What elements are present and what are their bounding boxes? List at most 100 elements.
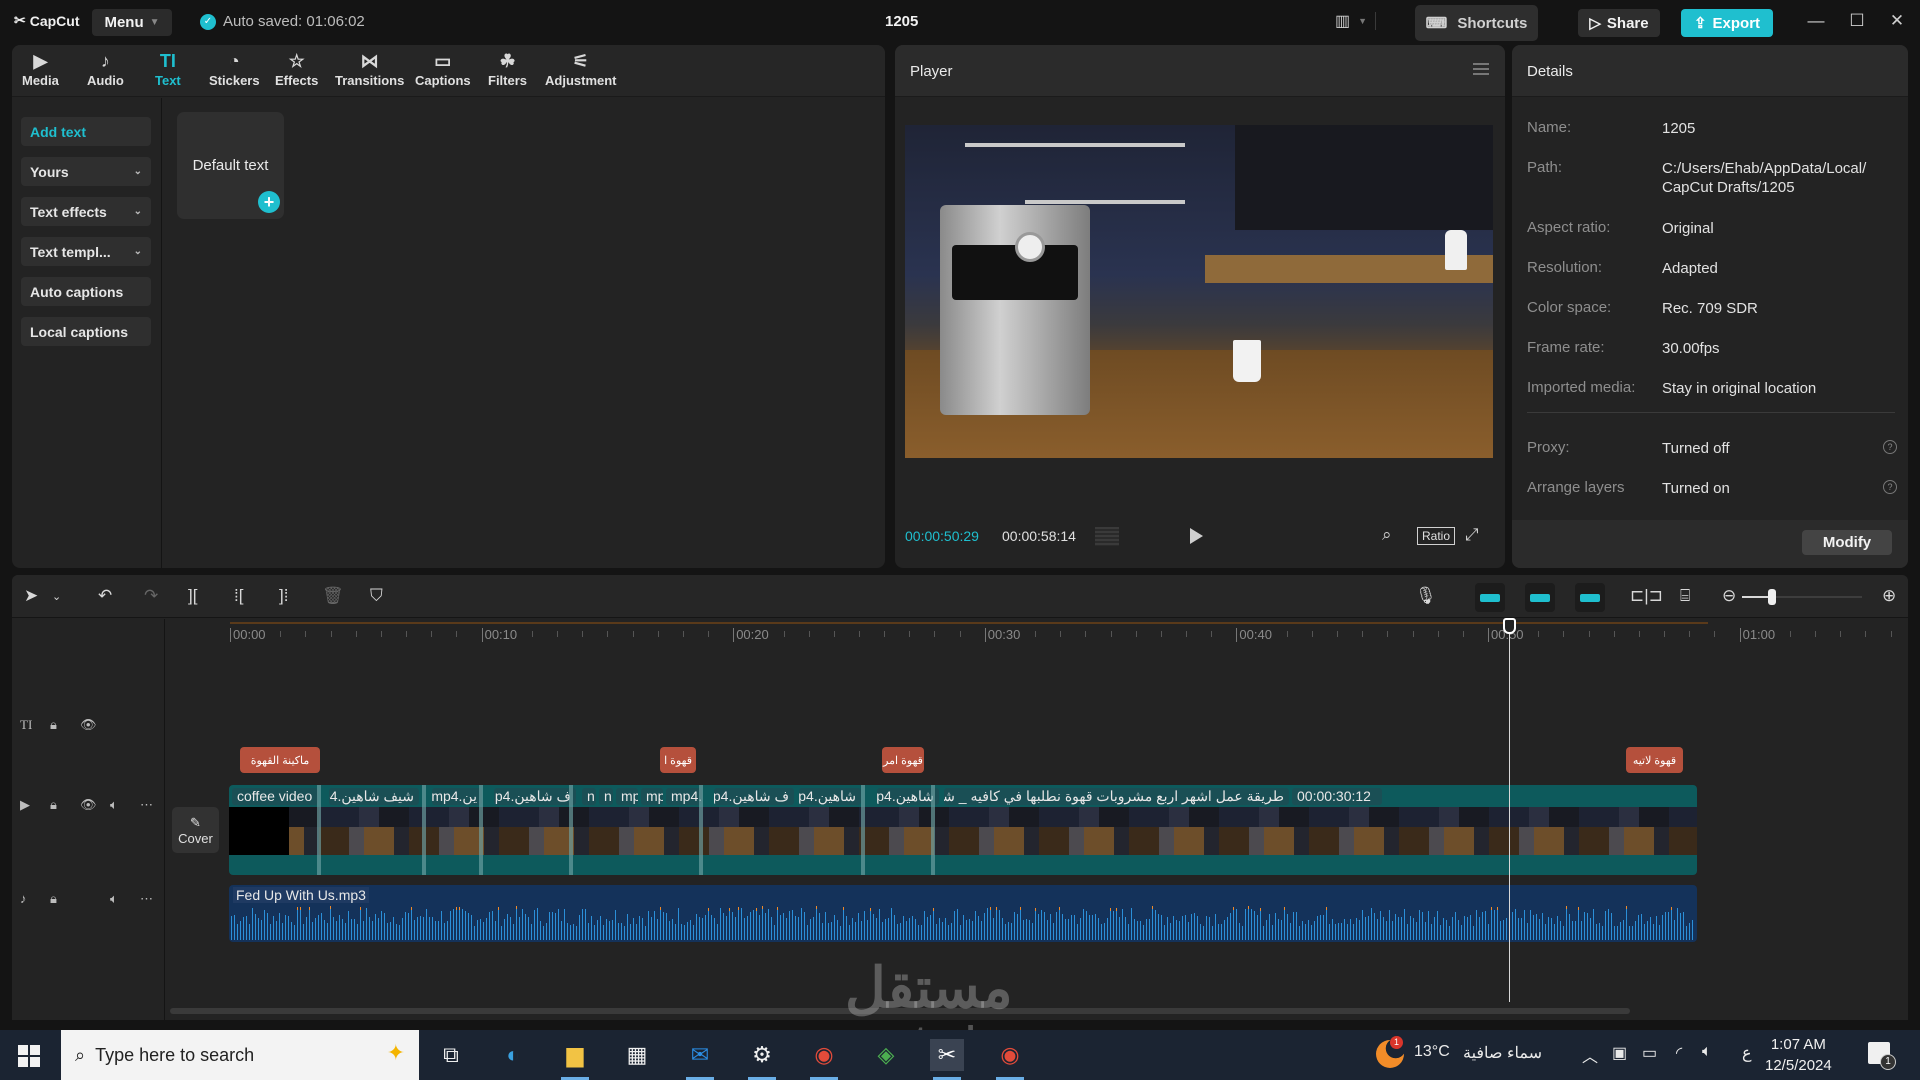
side-item-auto-captions[interactable]: Auto captions xyxy=(21,277,151,306)
video-track[interactable]: coffee video شيف شاهين.mp4 ين.mp4 ف شاهي… xyxy=(229,785,1697,875)
preview-axis-icon[interactable]: ⊏|⊐ xyxy=(1630,586,1663,606)
tab-stickers[interactable]: ◔ Stickers xyxy=(209,49,260,88)
delete-left-icon[interactable]: ⁞[ xyxy=(234,586,243,606)
idm-icon[interactable]: ◈ xyxy=(869,1039,903,1071)
menu-icon[interactable] xyxy=(1473,63,1489,75)
marker-icon[interactable]: ⛉ xyxy=(370,586,383,606)
tab-media[interactable]: ▶ Media xyxy=(22,49,59,88)
clip-divider[interactable] xyxy=(422,785,426,875)
text-clip[interactable]: قهوة امر xyxy=(882,747,924,773)
cover-button[interactable]: ✎ Cover xyxy=(172,807,219,853)
lock-icon[interactable]: 🔒︎ xyxy=(50,717,57,733)
clip-divider[interactable] xyxy=(931,785,935,875)
microsoft-store-icon[interactable]: ▦ xyxy=(620,1039,654,1071)
tab-transitions[interactable]: ⋈ Transitions xyxy=(335,49,404,88)
maximize-button[interactable]: ☐ xyxy=(1842,11,1872,31)
select-tool-icon[interactable]: ➤ xyxy=(24,586,38,606)
ratio-button[interactable]: Ratio xyxy=(1417,527,1456,545)
side-item-add-text[interactable]: Add text xyxy=(21,117,151,146)
tab-filters[interactable]: ☘ Filters xyxy=(488,49,527,88)
delete-icon[interactable]: 🗑 xyxy=(322,586,344,606)
file-explorer-icon[interactable]: ▆ xyxy=(558,1039,592,1080)
chrome-icon[interactable]: ◉ xyxy=(807,1039,841,1080)
chevron-up-icon[interactable]: ︿ xyxy=(1582,1043,1598,1067)
text-clip[interactable]: قهوة ا xyxy=(660,747,696,773)
tab-audio[interactable]: ♪ Audio xyxy=(87,49,124,88)
side-item-text-effects[interactable]: Text effects ⌄ xyxy=(21,197,151,226)
taskbar-search[interactable]: ⌕ Type here to search ✦ xyxy=(61,1030,419,1080)
wifi-icon[interactable]: ◜ xyxy=(1676,1043,1682,1063)
zoom-in-icon[interactable]: ⊕ xyxy=(1882,586,1896,606)
undo-icon[interactable]: ↶ xyxy=(98,586,112,606)
play-button[interactable] xyxy=(1190,528,1203,544)
mail-icon[interactable]: ✉ xyxy=(683,1039,717,1080)
add-icon[interactable]: + xyxy=(258,191,280,213)
side-item-text-templates[interactable]: Text templ... ⌄ xyxy=(21,237,151,266)
linkage-toggle[interactable] xyxy=(1575,583,1605,612)
split-icon[interactable]: ][ xyxy=(188,586,197,606)
text-clip[interactable]: قهوة لاتيه xyxy=(1626,747,1683,773)
weather-temp[interactable]: 13°C xyxy=(1414,1043,1450,1061)
camera-icon[interactable]: ▣ xyxy=(1612,1043,1627,1063)
playhead-handle[interactable] xyxy=(1503,618,1516,634)
language-indicator[interactable]: ع xyxy=(1742,1043,1752,1063)
edge-icon[interactable]: ◐ xyxy=(496,1039,530,1071)
zoom-out-icon[interactable]: ⊖ xyxy=(1722,586,1736,606)
eye-icon[interactable]: 👁︎ xyxy=(80,717,97,733)
minimize-button[interactable]: — xyxy=(1801,11,1831,31)
text-clip[interactable]: ماكينة القهوة xyxy=(240,747,320,773)
clip-divider[interactable] xyxy=(569,785,573,875)
clip-divider[interactable] xyxy=(699,785,703,875)
default-text-card[interactable]: Default text + xyxy=(177,112,284,219)
help-icon[interactable]: ? xyxy=(1883,440,1897,454)
menu-button[interactable]: Menu ▼ xyxy=(92,9,172,36)
volume-icon[interactable]: 🔈︎ xyxy=(110,797,118,813)
clip-divider[interactable] xyxy=(479,785,483,875)
volume-icon[interactable]: 🔈︎ xyxy=(1702,1043,1712,1061)
chevron-down-icon[interactable]: ⌄ xyxy=(52,590,61,603)
clip-divider[interactable] xyxy=(317,785,321,875)
side-item-yours[interactable]: Yours ⌄ xyxy=(21,157,151,186)
lock-icon[interactable]: 🔒︎ xyxy=(50,797,57,813)
tab-captions[interactable]: ▭ Captions xyxy=(415,49,471,88)
clock[interactable]: 1:07 AM 12/5/2024 xyxy=(1765,1034,1832,1076)
export-button[interactable]: ⇪ Export xyxy=(1681,9,1773,37)
more-icon[interactable]: ⋯ xyxy=(140,891,153,907)
help-icon[interactable]: ? xyxy=(1883,480,1897,494)
tab-adjustment[interactable]: ⚟ Adjustment xyxy=(545,49,617,88)
delete-right-icon[interactable]: ]⁞ xyxy=(279,586,288,606)
zoom-preview-icon[interactable]: ⌕ xyxy=(1382,525,1392,545)
close-button[interactable]: ✕ xyxy=(1882,11,1912,31)
timeline-zoom-slider[interactable] xyxy=(1742,589,1862,605)
task-view-icon[interactable]: ⧉ xyxy=(434,1039,468,1071)
microphone-icon[interactable]: 🎙 xyxy=(1415,586,1437,606)
battery-icon[interactable]: ▭ xyxy=(1642,1043,1657,1063)
clip-divider[interactable] xyxy=(861,785,865,875)
modify-button[interactable]: Modify xyxy=(1802,530,1892,555)
start-button[interactable] xyxy=(18,1045,40,1067)
redo-icon[interactable]: ↷ xyxy=(144,586,158,606)
eye-icon[interactable]: 👁︎ xyxy=(80,797,97,813)
main-track-magnet-toggle[interactable] xyxy=(1475,583,1505,612)
more-icon[interactable]: ⋯ xyxy=(140,797,153,813)
fullscreen-icon[interactable]: ⤢ xyxy=(1465,525,1479,545)
lock-icon[interactable]: 🔒︎ xyxy=(50,891,57,907)
tab-effects[interactable]: ☆ Effects xyxy=(275,49,318,88)
share-button[interactable]: ▷ Share xyxy=(1578,9,1660,37)
settings-icon[interactable]: ⚙ xyxy=(745,1039,779,1080)
capcut-taskbar-icon[interactable]: ✂ xyxy=(930,1039,964,1080)
tab-text[interactable]: TI Text xyxy=(155,49,181,88)
shortcuts-button[interactable]: ⌨ Shortcuts xyxy=(1415,5,1538,41)
side-item-local-captions[interactable]: Local captions xyxy=(21,317,151,346)
timeline-ruler[interactable]: 00:00 00:10 00:20 00:30 00:40 00:50 01:00 xyxy=(12,619,1908,647)
weather-desc[interactable]: سماء صافية xyxy=(1463,1043,1542,1063)
video-preview[interactable] xyxy=(905,125,1493,458)
zoom-to-fit-icon[interactable]: ⌸ xyxy=(1680,586,1690,606)
zoom-slider-handle[interactable] xyxy=(1768,589,1776,605)
volume-icon[interactable]: 🔈︎ xyxy=(110,891,118,907)
layout-button[interactable]: ▥ ▼ xyxy=(1335,11,1377,31)
auto-snapping-toggle[interactable] xyxy=(1525,583,1555,612)
audio-track[interactable]: Fed Up With Us.mp3 xyxy=(229,885,1697,942)
chrome-profile-icon[interactable]: ◉ xyxy=(993,1039,1027,1080)
playhead[interactable] xyxy=(1509,618,1510,1002)
